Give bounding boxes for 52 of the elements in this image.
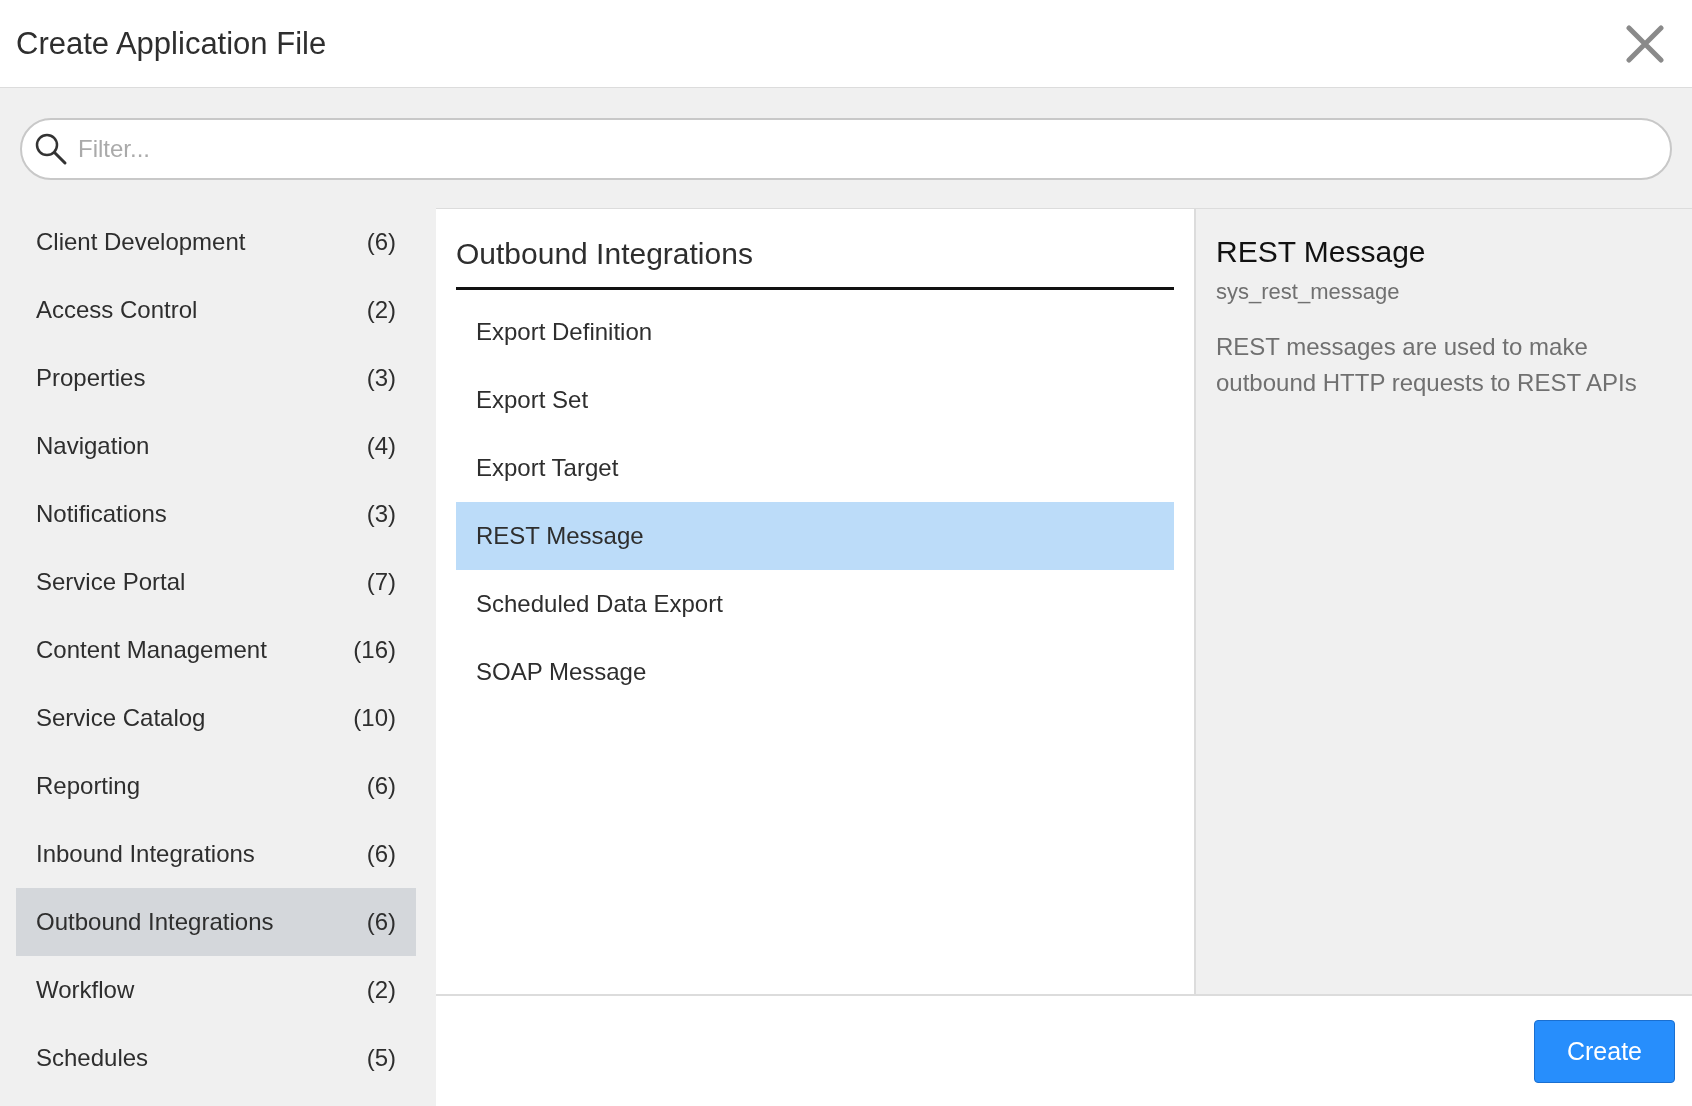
detail-title: REST Message	[1216, 235, 1427, 269]
category-count: (6)	[366, 840, 396, 868]
category-count: (6)	[366, 772, 396, 800]
category-label: Navigation	[36, 432, 150, 460]
category-label: Outbound Integrations	[36, 908, 274, 936]
category-label: Schedules	[36, 1044, 149, 1072]
category-label: Content Management	[36, 636, 267, 664]
category-label: Properties	[36, 364, 146, 392]
dialog-title: Create Application File	[16, 25, 327, 62]
category-count: (10)	[353, 704, 396, 732]
category-item[interactable]: Notifications (3)	[16, 480, 416, 548]
category-item[interactable]: Inbound Integrations (6)	[16, 820, 416, 888]
file-type-item[interactable]: SOAP Message	[456, 638, 1174, 706]
category-item[interactable]: Navigation (4)	[16, 412, 416, 480]
category-label: Service Catalog	[36, 704, 206, 732]
category-item[interactable]: Content Management (16)	[16, 616, 416, 684]
category-item[interactable]: Outbound Integrations (6)	[16, 888, 416, 956]
table-name: sys_rest_message	[1216, 279, 1401, 305]
category-item[interactable]: Service Portal (7)	[16, 548, 416, 616]
category-count: (3)	[366, 364, 396, 392]
category-count: (2)	[366, 976, 396, 1004]
detail-description: REST messages are used to make outbound HTTP requests to REST APIs	[1216, 332, 1638, 398]
category-label: Access Control	[36, 296, 198, 324]
category-label: Service Portal	[36, 568, 186, 596]
file-type-item[interactable]: REST Message	[456, 502, 1174, 570]
category-label: Notifications	[36, 500, 167, 528]
file-type-item[interactable]: Export Set	[456, 366, 1174, 434]
category-item[interactable]: Workflow (2)	[16, 956, 416, 1024]
category-count: (6)	[366, 908, 396, 936]
category-count: (3)	[366, 500, 396, 528]
category-count: (5)	[366, 1044, 396, 1072]
category-item[interactable]: Client Development (6)	[16, 208, 416, 276]
section-heading: Outbound Integrations	[456, 237, 1174, 290]
category-count: (4)	[366, 432, 396, 460]
category-label: Inbound Integrations	[36, 840, 255, 868]
file-type-item[interactable]: Export Definition	[456, 298, 1174, 366]
category-label: Client Development	[36, 228, 246, 256]
category-label: Reporting	[36, 772, 141, 800]
category-count: (6)	[366, 228, 396, 256]
category-item[interactable]: Access Control (2)	[16, 276, 416, 344]
category-label: Workflow	[36, 976, 135, 1004]
filter-field[interactable]: Filter...	[20, 118, 1672, 180]
category-item[interactable]: Reporting (6)	[16, 752, 416, 820]
category-item[interactable]: Properties (3)	[16, 344, 416, 412]
category-count: (2)	[366, 296, 396, 324]
category-count: (16)	[353, 636, 396, 664]
file-type-item[interactable]: Scheduled Data Export	[456, 570, 1174, 638]
close-icon[interactable]	[1626, 24, 1664, 63]
category-count: (7)	[366, 568, 396, 596]
file-type-item[interactable]: Export Target	[456, 434, 1174, 502]
category-item[interactable]: Schedules (5)	[16, 1024, 416, 1092]
category-item[interactable]: Service Catalog (10)	[16, 684, 416, 752]
